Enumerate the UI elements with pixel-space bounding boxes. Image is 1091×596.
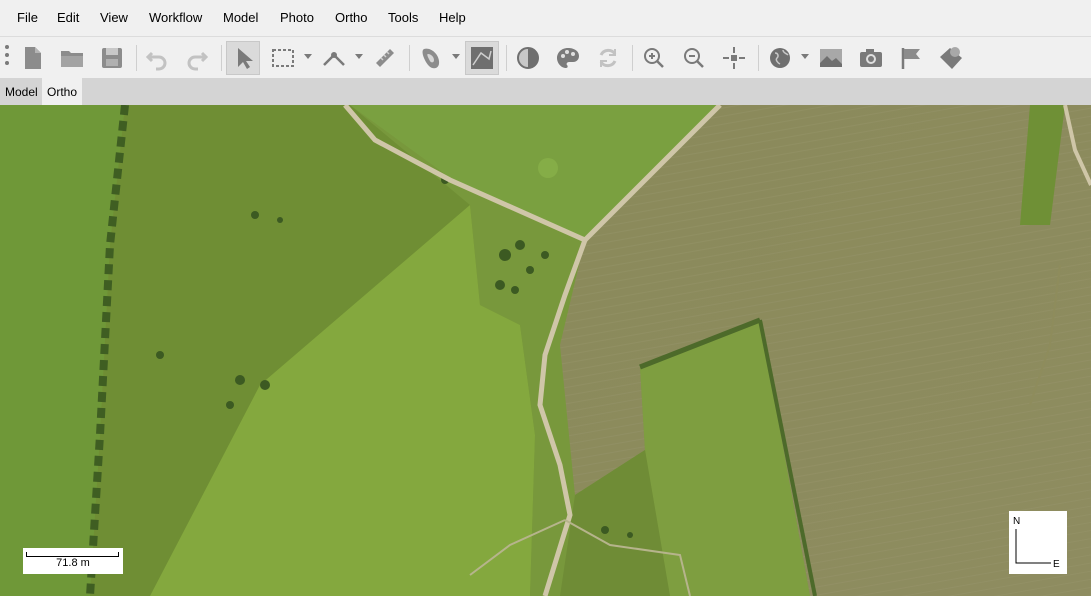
palette-button[interactable] [551,41,585,75]
menu-workflow[interactable]: Workflow [149,10,202,25]
menu-model[interactable]: Model [223,10,258,25]
rectangle-selection-icon [272,49,294,67]
shape-style-button[interactable] [414,41,448,75]
ortho-viewport[interactable] [0,105,1091,596]
zoom-in-button[interactable] [637,41,671,75]
refresh-icon [599,48,617,68]
ortho-view-button[interactable] [465,41,499,75]
chevron-down-icon[interactable] [801,54,809,60]
globe-button[interactable] [763,41,797,75]
ruler-icon [376,49,394,67]
new-icon [25,47,41,69]
camera-icon [860,49,882,67]
draw-polyline-icon [323,52,345,66]
undo-button[interactable] [140,41,174,75]
tab-model[interactable]: Model [0,78,43,105]
toolbar [0,36,1091,78]
chevron-down-icon[interactable] [355,54,363,60]
markers-icon [940,47,962,69]
flag-icon [901,48,920,69]
menu-view[interactable]: View [100,10,128,25]
compass-east-label: E [1053,559,1060,570]
toolbar-grip[interactable] [5,45,9,71]
flag-button[interactable] [894,41,928,75]
draw-polyline-button[interactable] [317,41,351,75]
toolbar-separator [409,45,410,71]
zoom-out-button[interactable] [677,41,711,75]
undo-icon [145,51,167,71]
open-button[interactable] [55,41,89,75]
markers-button[interactable] [934,41,968,75]
orthomosaic-image [0,105,1091,596]
reset-view-button[interactable] [717,41,751,75]
save-icon [102,48,122,68]
menu-edit[interactable]: Edit [57,10,79,25]
save-button[interactable] [95,41,129,75]
refresh-button[interactable] [591,41,625,75]
scale-bar-label: 71.8 m [56,557,90,569]
rectangle-selection-button[interactable] [266,41,300,75]
zoom-in-icon [644,48,664,68]
chevron-down-icon[interactable] [452,54,460,60]
toolbar-separator [632,45,633,71]
shape-style-icon [422,48,440,69]
scale-bar: 71.8 m [23,548,123,574]
open-icon [61,51,83,67]
zoom-out-icon [684,48,704,68]
menu-help[interactable]: Help [439,10,466,25]
palette-icon [557,48,579,68]
toolbar-separator [506,45,507,71]
contrast-button[interactable] [511,41,545,75]
menu-photo[interactable]: Photo [280,10,314,25]
redo-button[interactable] [180,41,214,75]
navigation-button[interactable] [226,41,260,75]
camera-button[interactable] [854,41,888,75]
image-export-icon [820,49,842,67]
toolbar-separator [136,45,137,71]
globe-icon [770,48,790,68]
menu-tools[interactable]: Tools [388,10,418,25]
ortho-view-icon [471,47,493,69]
menu-ortho[interactable]: Ortho [335,10,368,25]
ruler-button[interactable] [368,41,402,75]
menu-bar: File Edit View Workflow Model Photo Orth… [0,0,1091,36]
image-export-button[interactable] [814,41,848,75]
reset-view-icon [723,47,745,69]
tab-ortho[interactable]: Ortho [42,78,83,105]
chevron-down-icon[interactable] [304,54,312,60]
new-button[interactable] [15,41,49,75]
view-tab-bar: Model Ortho [0,78,1091,105]
select-arrow-icon [238,48,253,69]
redo-icon [187,51,209,71]
compass-rose: N E [1009,511,1067,574]
toolbar-separator [221,45,222,71]
toolbar-separator [758,45,759,71]
menu-file[interactable]: File [17,10,38,25]
contrast-icon [517,47,539,69]
